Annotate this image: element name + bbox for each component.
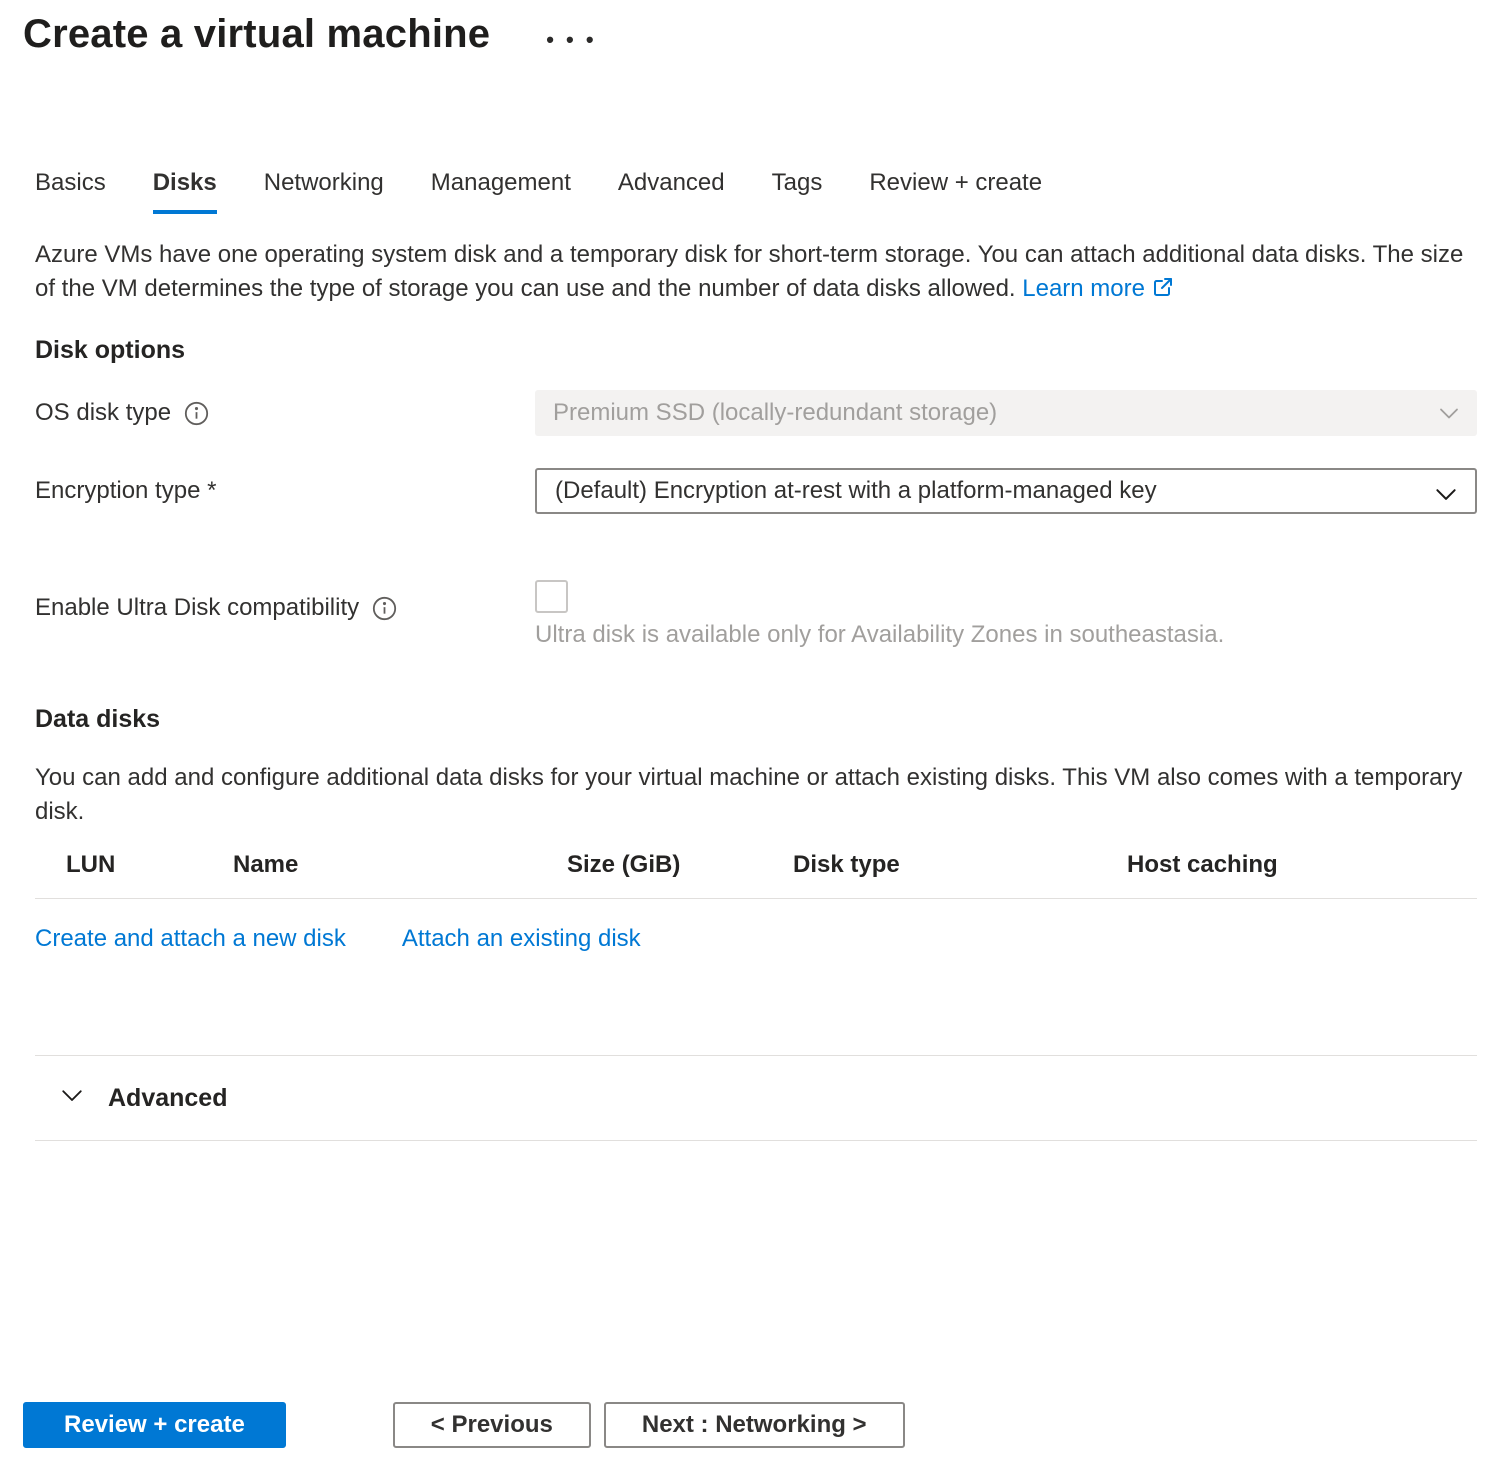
encryption-type-value: (Default) Encryption at-rest with a plat…	[555, 477, 1157, 505]
tab-tags[interactable]: Tags	[772, 169, 823, 214]
learn-more-label: Learn more	[1022, 275, 1145, 302]
os-disk-type-label-group: OS disk type	[35, 399, 535, 427]
ultra-disk-info-icon[interactable]	[371, 595, 398, 622]
review-create-button[interactable]: Review + create	[23, 1402, 286, 1448]
attach-existing-disk-link[interactable]: Attach an existing disk	[402, 925, 641, 953]
column-header-host-caching: Host caching	[1127, 851, 1477, 879]
advanced-expander-label: Advanced	[108, 1084, 227, 1113]
ultra-disk-field: Ultra disk is available only for Availab…	[535, 580, 1477, 650]
data-disks-actions: Create and attach a new disk Attach an e…	[35, 925, 1477, 953]
previous-button[interactable]: < Previous	[393, 1402, 591, 1448]
tab-disks[interactable]: Disks	[153, 169, 217, 214]
ultra-disk-checkbox[interactable]	[535, 580, 568, 613]
data-disks-description: You can add and configure additional dat…	[35, 761, 1477, 829]
wizard-footer: Review + create < Previous Next : Networ…	[23, 1402, 1477, 1448]
ultra-disk-label-group: Enable Ultra Disk compatibility	[35, 594, 535, 622]
column-header-size: Size (GiB)	[567, 851, 793, 879]
chevron-down-icon	[1437, 401, 1461, 432]
create-attach-new-disk-link[interactable]: Create and attach a new disk	[35, 925, 346, 953]
chevron-down-icon	[57, 1080, 87, 1117]
column-header-lun: LUN	[66, 851, 233, 879]
os-disk-type-label: OS disk type	[35, 399, 171, 427]
data-disks-heading: Data disks	[35, 705, 1477, 734]
encryption-type-row: Encryption type * (Default) Encryption a…	[35, 468, 1477, 514]
external-link-icon	[1151, 275, 1175, 309]
wizard-tabs: Basics Disks Networking Management Advan…	[35, 169, 1477, 214]
chevron-down-icon	[1433, 481, 1459, 514]
table-divider	[35, 898, 1477, 899]
advanced-divider-top	[35, 1055, 1477, 1056]
os-disk-type-value: Premium SSD (locally-redundant storage)	[553, 399, 997, 427]
tab-basics[interactable]: Basics	[35, 169, 106, 214]
advanced-expander[interactable]: Advanced	[35, 1080, 1477, 1117]
tab-management[interactable]: Management	[431, 169, 571, 214]
advanced-divider-bottom	[35, 1140, 1477, 1141]
ultra-disk-label: Enable Ultra Disk compatibility	[35, 594, 359, 622]
tab-networking[interactable]: Networking	[264, 169, 384, 214]
ultra-disk-helper-text: Ultra disk is available only for Availab…	[535, 620, 1477, 650]
learn-more-link[interactable]: Learn more	[1022, 275, 1175, 302]
tab-review-create[interactable]: Review + create	[869, 169, 1042, 214]
column-header-disk-type: Disk type	[793, 851, 1127, 879]
tab-advanced[interactable]: Advanced	[618, 169, 725, 214]
data-disks-table-header: LUN Name Size (GiB) Disk type Host cachi…	[35, 851, 1477, 879]
intro-text: Azure VMs have one operating system disk…	[35, 238, 1477, 309]
encryption-type-select[interactable]: (Default) Encryption at-rest with a plat…	[535, 468, 1477, 514]
encryption-type-label-group: Encryption type *	[35, 477, 535, 505]
page-header: Create a virtual machine • • •	[23, 12, 1477, 57]
next-networking-button[interactable]: Next : Networking >	[604, 1402, 905, 1448]
os-disk-type-row: OS disk type Premium SSD (locally-redund…	[35, 390, 1477, 436]
ultra-disk-row: Enable Ultra Disk compatibility Ultra di…	[35, 580, 1477, 650]
intro-text-body: Azure VMs have one operating system disk…	[35, 241, 1463, 302]
encryption-type-label: Encryption type *	[35, 477, 216, 505]
column-header-name: Name	[233, 851, 567, 879]
page-title: Create a virtual machine	[23, 12, 490, 57]
more-options-icon[interactable]: • • •	[546, 25, 596, 45]
create-vm-page: Create a virtual machine • • • Basics Di…	[0, 0, 1512, 1448]
disk-options-heading: Disk options	[35, 336, 1477, 365]
os-disk-type-select: Premium SSD (locally-redundant storage)	[535, 390, 1477, 436]
os-disk-type-info-icon[interactable]	[183, 400, 210, 427]
